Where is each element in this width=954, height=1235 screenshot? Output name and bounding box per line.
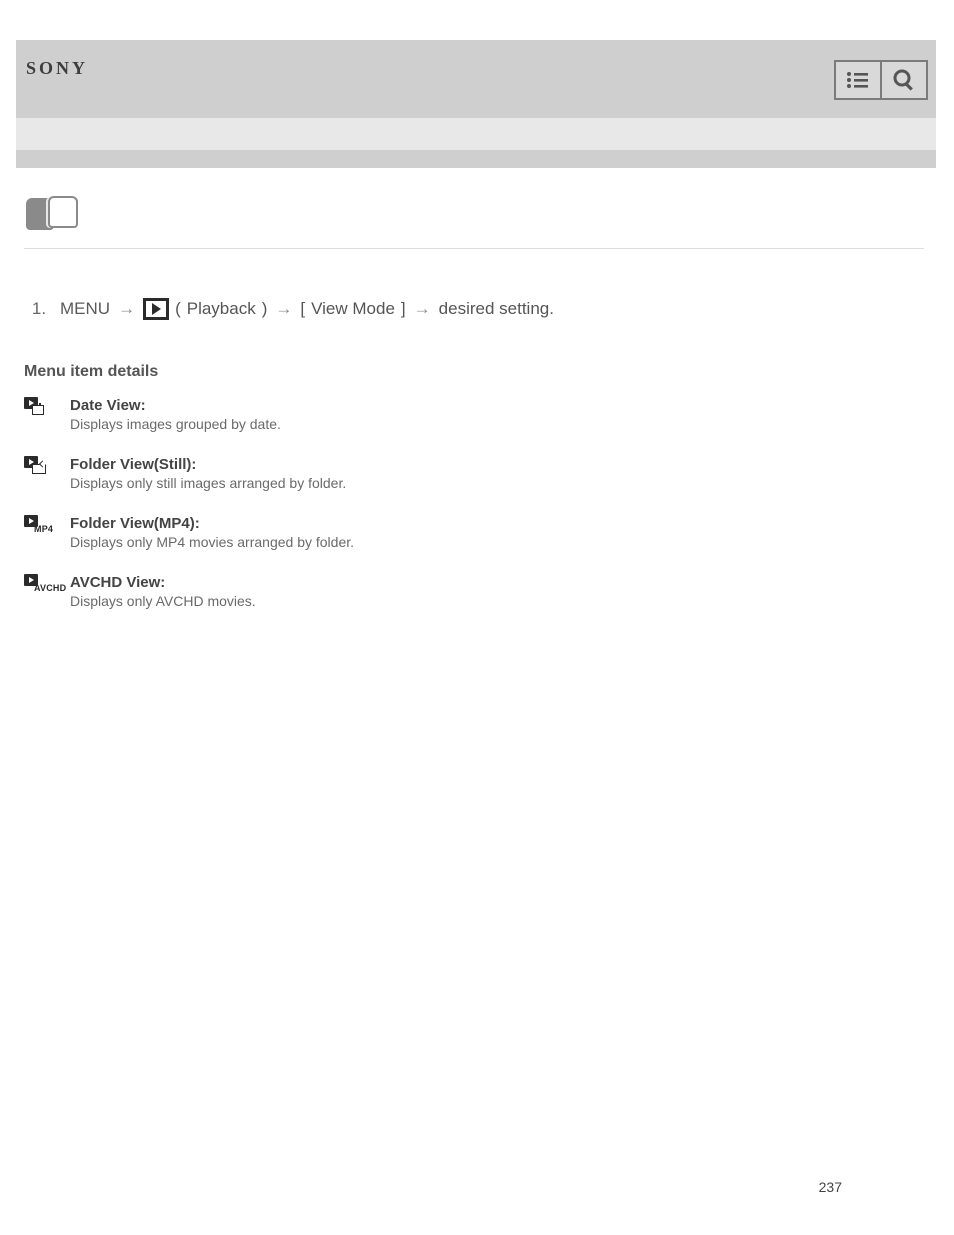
- playback-paren-close: ): [262, 289, 268, 329]
- option-label: Date View:: [70, 397, 281, 414]
- list-icon: [846, 71, 870, 89]
- playback-paren-open: (: [175, 289, 181, 329]
- page-number: 237: [819, 1179, 842, 1195]
- view-mode-label: View Mode: [311, 289, 395, 329]
- view-mode-close: ]: [401, 289, 406, 329]
- playback-icon: [143, 298, 169, 320]
- menu-item-details-heading: Menu item details: [24, 363, 924, 381]
- section-tabs-icon: [26, 196, 84, 232]
- list-icon-button[interactable]: [834, 60, 882, 100]
- arrow-icon: →: [116, 289, 137, 329]
- header-area: SONY: [16, 40, 936, 168]
- option-description: Displays images grouped by date.: [70, 416, 281, 432]
- folder-view-mp4-icon: MP4: [24, 515, 60, 535]
- header-buttons: [834, 60, 928, 100]
- desired-setting-text: desired setting.: [439, 289, 554, 329]
- divider: [24, 248, 924, 249]
- option-description: Displays only AVCHD movies.: [70, 593, 256, 609]
- arrow-icon: →: [273, 289, 294, 329]
- option-folder-view-mp4: MP4 Folder View(MP4): Displays only MP4 …: [24, 515, 924, 550]
- avchd-tag: AVCHD: [34, 583, 66, 593]
- menu-label: MENU: [60, 289, 110, 329]
- header-bar: SONY: [16, 40, 936, 118]
- search-icon-button[interactable]: [880, 60, 928, 100]
- search-icon: [892, 68, 916, 92]
- option-description: Displays only still images arranged by f…: [70, 475, 346, 491]
- playback-label: Playback: [187, 289, 256, 329]
- options-list: Date View: Displays images grouped by da…: [24, 397, 924, 609]
- option-label: AVCHD View:: [70, 574, 256, 591]
- date-view-icon: [24, 397, 60, 417]
- step-number-icon: 1.: [24, 294, 54, 324]
- page: SONY: [0, 0, 954, 1235]
- mp4-tag: MP4: [34, 524, 53, 534]
- option-label: Folder View(MP4):: [70, 515, 354, 532]
- option-folder-view-still: Folder View(Still): Displays only still …: [24, 456, 924, 491]
- folder-view-still-icon: [24, 456, 60, 476]
- header-bottom-stripe: [16, 150, 936, 168]
- option-description: Displays only MP4 movies arranged by fol…: [70, 534, 354, 550]
- section-header-bar: [16, 118, 936, 150]
- arrow-icon: →: [412, 289, 433, 329]
- option-label: Folder View(Still):: [70, 456, 346, 473]
- instruction-row: 1. MENU → ( Playback ) → [ View Mode ] →…: [24, 289, 924, 329]
- brand-logo: SONY: [26, 58, 88, 79]
- view-mode-open: [: [300, 289, 305, 329]
- content: 1. MENU → ( Playback ) → [ View Mode ] →…: [24, 240, 924, 633]
- option-avchd-view: AVCHD AVCHD View: Displays only AVCHD mo…: [24, 574, 924, 609]
- option-date-view: Date View: Displays images grouped by da…: [24, 397, 924, 432]
- avchd-view-icon: AVCHD: [24, 574, 60, 594]
